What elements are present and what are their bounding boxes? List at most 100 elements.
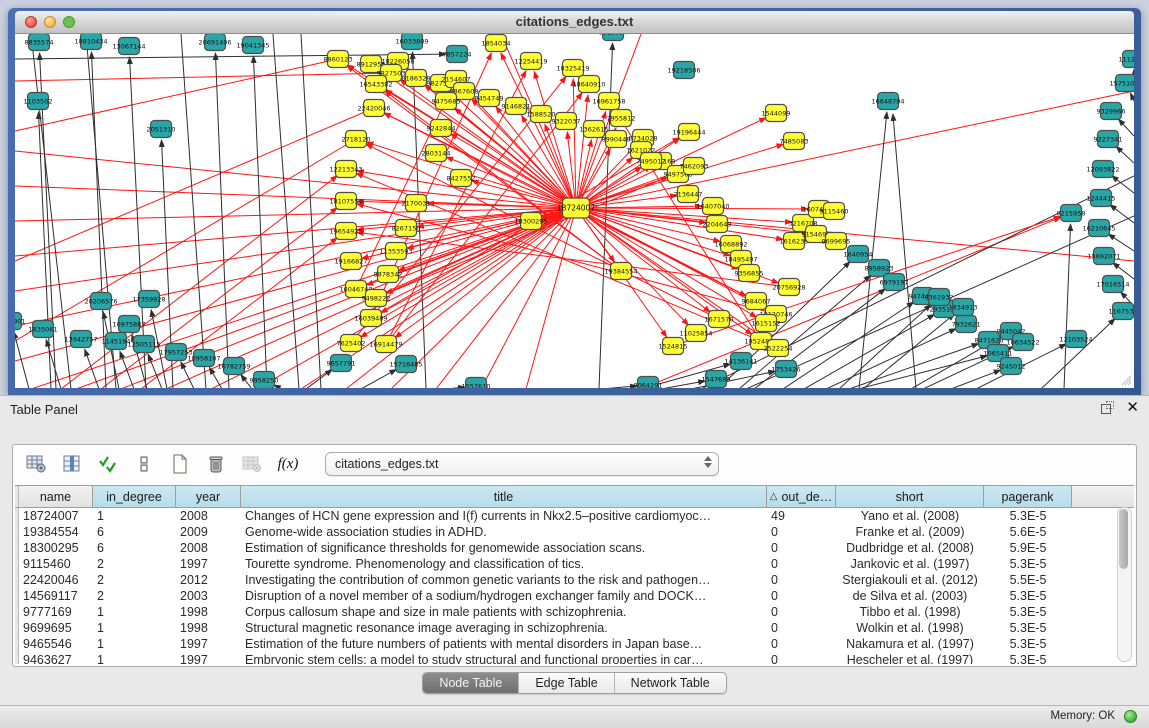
table-cell[interactable]: 19384554 — [19, 525, 93, 539]
window-titlebar[interactable]: citations_edges.txt — [15, 11, 1134, 34]
table-cell[interactable]: Corpus callosum shape and size in male p… — [241, 605, 767, 619]
table-cell[interactable]: 1 — [93, 637, 176, 651]
table-cell[interactable]: 5.3E-5 — [984, 605, 1072, 619]
table-cell[interactable]: 0 — [767, 541, 836, 555]
tab-node-table[interactable]: Node Table — [423, 673, 519, 693]
delete-columns-button[interactable] — [205, 453, 227, 475]
table-cell[interactable]: 18300295 — [19, 541, 93, 555]
show-columns-button[interactable] — [61, 453, 83, 475]
float-panel-icon[interactable] — [1101, 401, 1114, 414]
table-row[interactable]: 969969511998Structural magnetic resonanc… — [15, 620, 1134, 636]
table-cell[interactable]: 1997 — [176, 557, 241, 571]
column-visibility-button[interactable] — [97, 453, 119, 475]
table-row[interactable]: 1872400712008Changes of HCN gene express… — [15, 508, 1134, 524]
table-cell[interactable]: 5.9E-5 — [984, 541, 1072, 555]
table-row[interactable]: 946362711997Embryonic stem cells: a mode… — [15, 652, 1134, 664]
table-cell[interactable]: 14569117 — [19, 589, 93, 603]
create-column-button[interactable] — [169, 453, 191, 475]
table-cell[interactable]: 5.5E-5 — [984, 573, 1072, 587]
table-cell[interactable]: 2009 — [176, 525, 241, 539]
table-row[interactable]: 1938455462009Genome-wide association stu… — [15, 524, 1134, 540]
table-cell[interactable]: 0 — [767, 525, 836, 539]
table-cell[interactable]: 18724007 — [19, 509, 93, 523]
table-cell[interactable]: 0 — [767, 621, 836, 635]
table-cell[interactable]: 5.3E-5 — [984, 637, 1072, 651]
table-cell[interactable]: Changes of HCN gene expression and I(f) … — [241, 509, 767, 523]
table-cell[interactable]: 6 — [93, 525, 176, 539]
table-cell[interactable]: 0 — [767, 605, 836, 619]
table-cell[interactable]: 1 — [93, 621, 176, 635]
table-cell[interactable]: 9465546 — [19, 637, 93, 651]
table-cell[interactable]: 5.6E-5 — [984, 525, 1072, 539]
table-cell[interactable]: Nakamura et al. (1997) — [836, 637, 984, 651]
table-scrollbar[interactable] — [1117, 507, 1132, 662]
table-select-dropdown[interactable]: citations_edges.txt — [325, 452, 719, 476]
memory-ok-icon[interactable] — [1124, 710, 1137, 723]
column-header-title[interactable]: title — [241, 486, 767, 507]
table-cell[interactable]: Stergiakouli et al. (2012) — [836, 573, 984, 587]
table-cell[interactable]: Estimation of the future numbers of pati… — [241, 637, 767, 651]
table-cell[interactable]: 5.3E-5 — [984, 653, 1072, 664]
function-builder-button[interactable]: f(x) — [277, 453, 299, 475]
table-row[interactable]: 1456911722003Disruption of a novel membe… — [15, 588, 1134, 604]
table-cell[interactable]: 0 — [767, 637, 836, 651]
delete-table-button[interactable] — [241, 453, 263, 475]
tab-network-table[interactable]: Network Table — [615, 673, 726, 693]
table-cell[interactable]: 2 — [93, 573, 176, 587]
scrollbar-thumb[interactable] — [1119, 509, 1128, 569]
row-options-button[interactable] — [133, 453, 155, 475]
resize-grip-icon[interactable] — [1120, 374, 1132, 386]
table-cell[interactable]: de Silva et al. (2003) — [836, 589, 984, 603]
table-cell[interactable]: 9115460 — [19, 557, 93, 571]
table-cell[interactable]: Investigating the contribution of common… — [241, 573, 767, 587]
table-cell[interactable]: 2 — [93, 557, 176, 571]
table-cell[interactable]: 5.3E-5 — [984, 589, 1072, 603]
table-cell[interactable]: 1998 — [176, 605, 241, 619]
column-header-short[interactable]: short — [836, 486, 984, 507]
table-cell[interactable]: 2 — [93, 589, 176, 603]
table-cell[interactable]: 9463627 — [19, 653, 93, 664]
column-header-in_degree[interactable]: in_degree — [93, 486, 176, 507]
table-row[interactable]: 946554611997Estimation of the future num… — [15, 636, 1134, 652]
table-cell[interactable]: Estimation of significance thresholds fo… — [241, 541, 767, 555]
table-cell[interactable]: 2008 — [176, 541, 241, 555]
table-cell[interactable]: Wolkin et al. (1998) — [836, 621, 984, 635]
table-cell[interactable]: 6 — [93, 541, 176, 555]
table-cell[interactable]: 1997 — [176, 653, 241, 664]
tab-edge-table[interactable]: Edge Table — [519, 673, 614, 693]
table-cell[interactable]: 22420046 — [19, 573, 93, 587]
table-cell[interactable]: Tibbo et al. (1998) — [836, 605, 984, 619]
table-cell[interactable]: 1 — [93, 653, 176, 664]
table-row[interactable]: 1830029562008Estimation of significance … — [15, 540, 1134, 556]
table-cell[interactable]: Disruption of a novel member of a sodium… — [241, 589, 767, 603]
table-cell[interactable]: Structural magnetic resonance image aver… — [241, 621, 767, 635]
table-cell[interactable]: 49 — [767, 509, 836, 523]
table-row[interactable]: 977716911998Corpus callosum shape and si… — [15, 604, 1134, 620]
table-cell[interactable]: 5.3E-5 — [984, 621, 1072, 635]
table-cell[interactable]: Hescheler et al. (1997) — [836, 653, 984, 664]
column-header-name[interactable]: name — [19, 486, 93, 507]
close-panel-icon[interactable]: ✕ — [1126, 401, 1139, 414]
table-cell[interactable]: 0 — [767, 573, 836, 587]
graph-edge[interactable] — [576, 208, 808, 209]
table-cell[interactable]: 5.3E-5 — [984, 509, 1072, 523]
table-cell[interactable]: 0 — [767, 557, 836, 571]
table-cell[interactable]: 9777169 — [19, 605, 93, 619]
network-canvas[interactable]: 8835574188104341306714420691406190413451… — [15, 34, 1134, 388]
table-cell[interactable]: 9699695 — [19, 621, 93, 635]
table-row[interactable]: 2242004622012Investigating the contribut… — [15, 572, 1134, 588]
table-cell[interactable]: 2008 — [176, 509, 241, 523]
table-cell[interactable]: Dudbridge et al. (2008) — [836, 541, 984, 555]
table-cell[interactable]: Jankovic et al. (1997) — [836, 557, 984, 571]
table-cell[interactable]: 5.3E-5 — [984, 557, 1072, 571]
table-cell[interactable]: Genome-wide association studies in ADHD. — [241, 525, 767, 539]
table-cell[interactable]: 0 — [767, 653, 836, 664]
column-header-year[interactable]: year — [176, 486, 241, 507]
column-header-pagerank[interactable]: pagerank — [984, 486, 1072, 507]
table-cell[interactable]: 2003 — [176, 589, 241, 603]
table-cell[interactable]: 1998 — [176, 621, 241, 635]
table-cell[interactable]: 1 — [93, 605, 176, 619]
table-cell[interactable]: 0 — [767, 589, 836, 603]
table-cell[interactable]: Tourette syndrome. Phenomenology and cla… — [241, 557, 767, 571]
table-cell[interactable]: 1 — [93, 509, 176, 523]
